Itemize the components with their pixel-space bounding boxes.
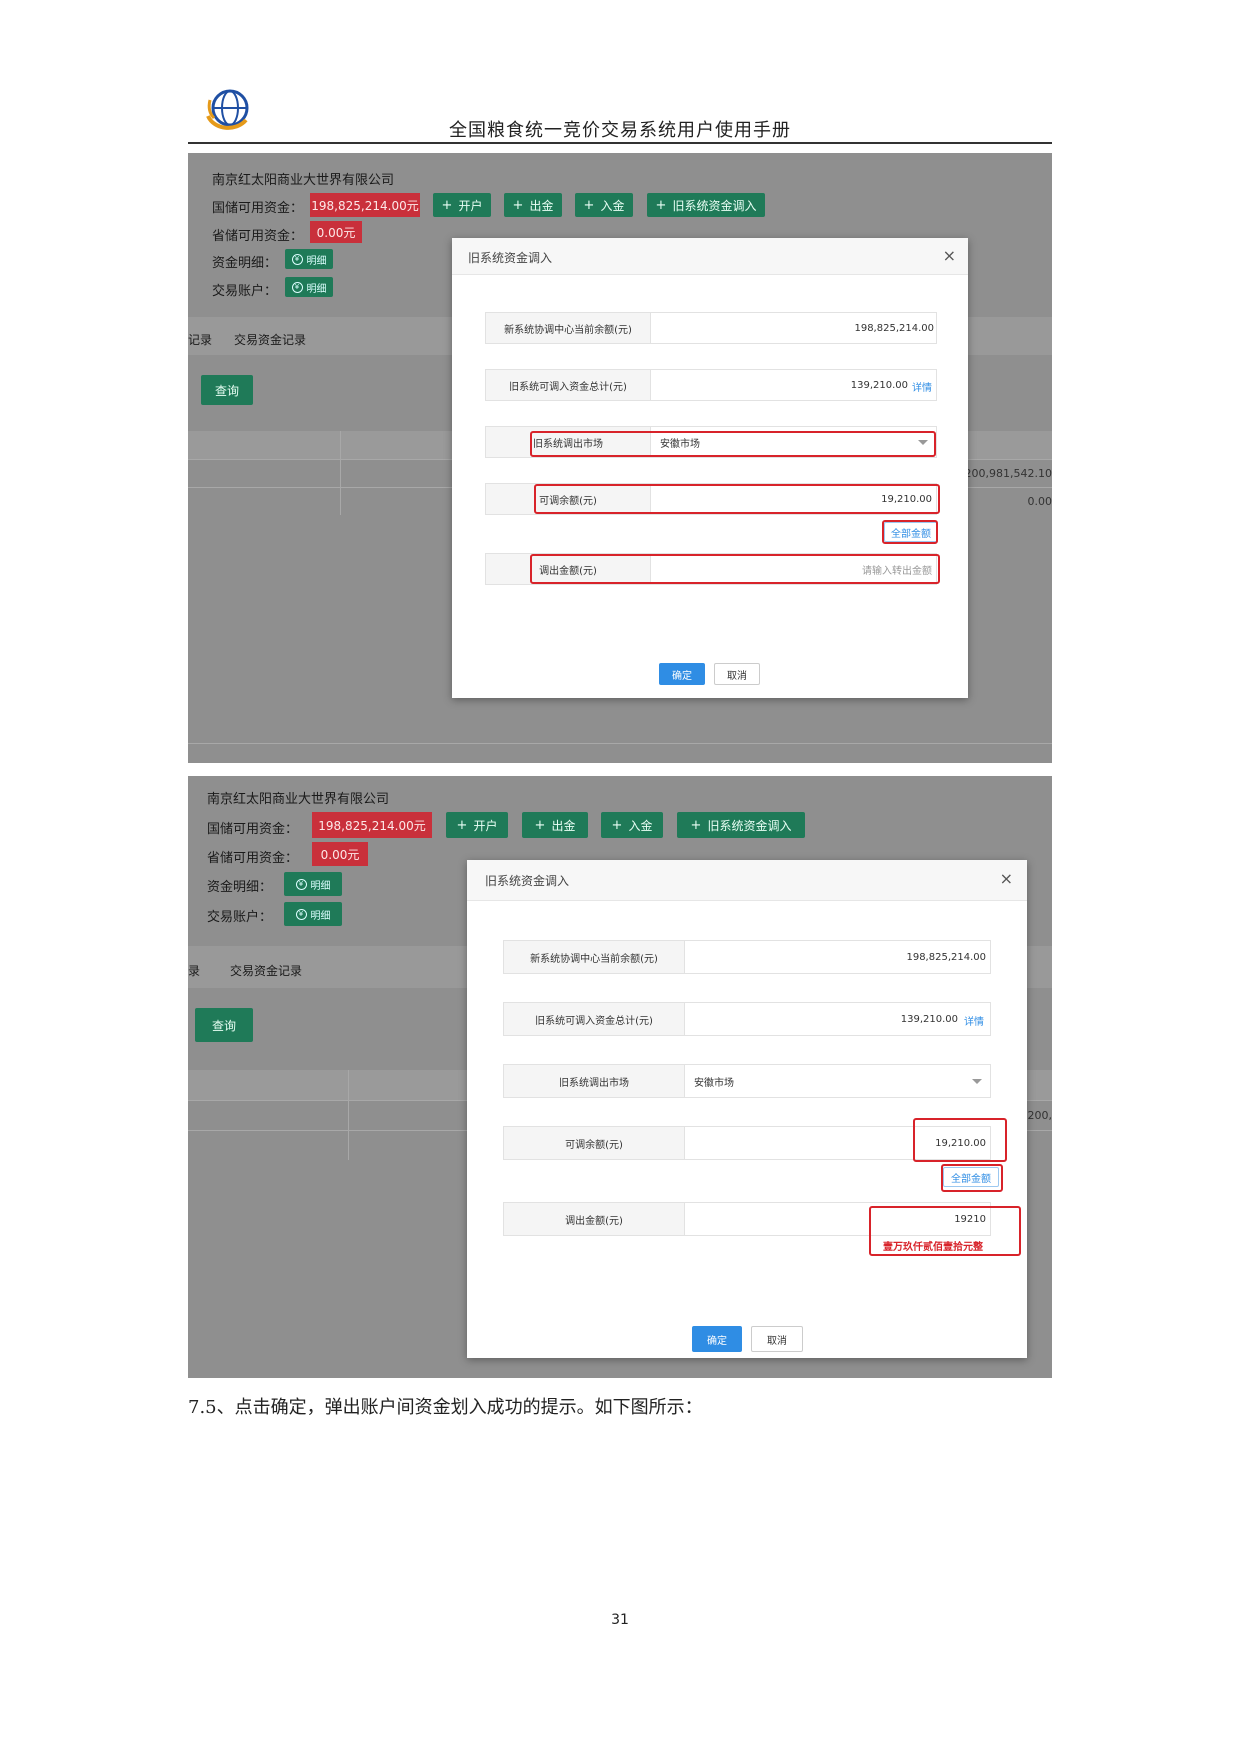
row-new-balance: 新系统协调中心当前余额(元) 198,825,214.00 [503, 940, 991, 974]
plus-icon: + [611, 817, 623, 833]
cancel-button[interactable]: 取消 [751, 1326, 803, 1352]
table-cell-zero: 0.00 [1027, 495, 1053, 508]
chevron-down-icon [972, 1079, 982, 1084]
guochu-value: 198,825,214.00元 [312, 812, 432, 838]
shengchu-value: 0.00元 [310, 221, 362, 243]
transfer-modal: 旧系统资金调入 × 新系统协调中心当前余额(元) 198,825,214.00 … [452, 238, 968, 698]
row-old-total-label: 旧系统可调入资金总计(元) [486, 370, 651, 400]
row-old-total: 旧系统可调入资金总计(元) 139,210.00 详情 [485, 369, 937, 401]
coin-icon: ¥ [295, 878, 307, 890]
row-new-balance: 新系统协调中心当前余额(元) 198,825,214.00 [485, 312, 937, 344]
row-new-balance-value: 198,825,214.00 [854, 322, 934, 334]
old-system-transfer-button[interactable]: + 旧系统资金调入 [647, 193, 765, 217]
detail-link[interactable]: 详情 [912, 379, 932, 394]
open-account-button[interactable]: + 开户 [433, 193, 491, 217]
shengchu-value: 0.00元 [312, 842, 368, 866]
confirm-button[interactable]: 确定 [692, 1326, 742, 1352]
cancel-button[interactable]: 取消 [714, 663, 760, 685]
jiaoyi-label: 交易账户： [207, 910, 273, 925]
withdraw-button[interactable]: + 出金 [522, 812, 588, 838]
trade-account-detail-button[interactable]: ¥ 明细 [285, 277, 333, 297]
fund-detail-button[interactable]: ¥ 明细 [284, 872, 342, 896]
plus-icon: + [534, 817, 546, 833]
highlight-transfer-amount [869, 1206, 1021, 1256]
trade-account-detail-button[interactable]: ¥ 明细 [284, 902, 342, 926]
table-col-divider [340, 431, 341, 515]
table-col-divider [348, 1070, 349, 1160]
row-transfer-label: 调出金额(元) [504, 1203, 685, 1235]
highlight-market [530, 431, 936, 457]
zijin-label: 资金明细： [212, 256, 278, 271]
screenshot-2: 南京红太阳商业大世界有限公司 国储可用资金： 198,825,214.00元 +… [188, 776, 1052, 1378]
shengchu-label: 省储可用资金： [212, 229, 304, 244]
page-number: 31 [611, 1612, 629, 1628]
highlight-all-amount [941, 1164, 1003, 1192]
row-old-total-value: 139,210.00 [900, 1013, 958, 1025]
highlight-all-amount [882, 520, 938, 544]
coin-icon: ¥ [291, 253, 303, 265]
row-new-balance-value: 198,825,214.00 [906, 951, 986, 963]
zijin-label: 资金明细： [207, 880, 273, 895]
deposit-button[interactable]: + 入金 [601, 812, 663, 838]
row-new-balance-label: 新系统协调中心当前余额(元) [504, 941, 685, 973]
plus-icon: + [512, 197, 524, 213]
detail-link[interactable]: 详情 [964, 1013, 984, 1028]
header-rule [188, 142, 1052, 144]
plus-icon: + [583, 197, 595, 213]
close-icon[interactable]: × [943, 246, 956, 265]
screenshot-1: 南京红太阳商业大世界有限公司 国储可用资金： 198,825,214.00元 +… [188, 153, 1052, 763]
coin-icon: ¥ [291, 281, 303, 293]
table-cell-balance: 200, [1027, 1109, 1053, 1122]
bottom-divider [188, 743, 1052, 744]
shengchu-label: 省储可用资金： [207, 851, 299, 866]
coin-icon: ¥ [295, 908, 307, 920]
step-caption: 7.5、点击确定，弹出账户间资金划入成功的提示。如下图所示： [188, 1397, 703, 1418]
plus-icon: + [456, 817, 468, 833]
row-new-balance-label: 新系统协调中心当前余额(元) [486, 313, 651, 343]
tab-records[interactable]: 录 [188, 962, 200, 979]
tab-trade-fund-records[interactable]: 交易资金记录 [230, 962, 302, 979]
row-old-total: 旧系统可调入资金总计(元) 139,210.00 详情 [503, 1002, 991, 1036]
row-market-select[interactable]: 旧系统调出市场 安徽市场 [503, 1064, 991, 1098]
plus-icon: + [441, 197, 453, 213]
highlight-available [534, 484, 940, 514]
plus-icon: + [655, 197, 667, 213]
highlight-available [913, 1118, 1007, 1162]
jiaoyi-label: 交易账户： [212, 284, 278, 299]
logo-globe-icon [206, 89, 249, 130]
company-name: 南京红太阳商业大世界有限公司 [207, 792, 390, 807]
withdraw-button[interactable]: + 出金 [504, 193, 562, 217]
close-icon[interactable]: × [1000, 869, 1013, 888]
tab-records[interactable]: 记录 [188, 331, 212, 348]
company-name: 南京红太阳商业大世界有限公司 [212, 173, 395, 188]
modal-title: 旧系统资金调入 [485, 874, 570, 888]
guochu-value: 198,825,214.00元 [310, 193, 420, 217]
deposit-button[interactable]: + 入金 [575, 193, 633, 217]
old-system-transfer-button[interactable]: + 旧系统资金调入 [677, 812, 805, 838]
row-old-total-value: 139,210.00 [850, 379, 908, 391]
fund-detail-button[interactable]: ¥ 明细 [285, 249, 333, 269]
highlight-transfer-amount [530, 554, 940, 584]
modal-title: 旧系统资金调入 [468, 251, 553, 265]
confirm-button[interactable]: 确定 [659, 663, 705, 685]
table-cell-balance: 200,981,542.10 [964, 467, 1052, 480]
tab-trade-fund-records[interactable]: 交易资金记录 [234, 331, 306, 348]
row-market-label: 旧系统调出市场 [504, 1065, 685, 1097]
transfer-modal: 旧系统资金调入 × 新系统协调中心当前余额(元) 198,825,214.00 … [467, 860, 1027, 1358]
row-old-total-label: 旧系统可调入资金总计(元) [504, 1003, 685, 1035]
market-select-value[interactable]: 安徽市场 [694, 1065, 968, 1097]
document-header-title: 全国粮食统一竞价交易系统用户使用手册 [449, 120, 791, 141]
query-button[interactable]: 查询 [195, 1008, 253, 1042]
plus-icon: + [690, 817, 702, 833]
guochu-label: 国储可用资金： [207, 822, 299, 837]
row-available-label: 可调余额(元) [504, 1127, 685, 1159]
query-button[interactable]: 查询 [201, 375, 253, 405]
open-account-button[interactable]: + 开户 [446, 812, 508, 838]
guochu-label: 国储可用资金： [212, 201, 304, 216]
